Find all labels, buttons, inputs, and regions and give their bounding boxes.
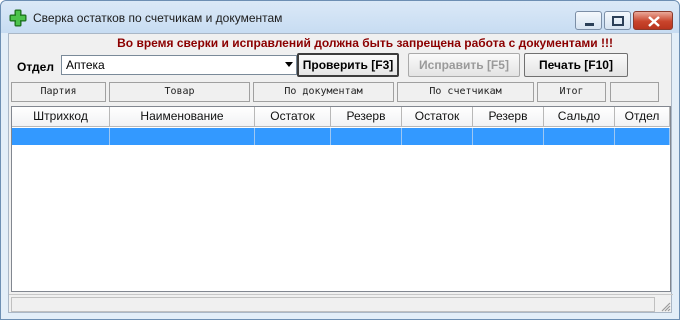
column-header-counter-stock[interactable]: Остаток xyxy=(402,107,473,127)
cell-department[interactable] xyxy=(615,128,670,145)
window-title: Сверка остатков по счетчикам и документа… xyxy=(33,11,283,25)
column-header-doc-stock[interactable]: Остаток xyxy=(255,107,331,127)
table-row[interactable] xyxy=(12,128,670,145)
status-panel xyxy=(11,297,655,312)
chevron-down-icon[interactable] xyxy=(285,62,293,67)
cell-counter-reserve[interactable] xyxy=(473,128,544,145)
close-button[interactable] xyxy=(633,11,673,30)
grid-header: Штрихкод Наименование Остаток Резерв Ост… xyxy=(12,107,670,127)
fix-button[interactable]: Исправить [F5] xyxy=(408,53,520,77)
group-header-batch: Партия xyxy=(11,82,106,102)
data-grid[interactable]: Штрихкод Наименование Остаток Резерв Ост… xyxy=(11,106,671,292)
department-value: Аптека xyxy=(66,58,105,72)
client-area: Во время сверки и исправлений должна быт… xyxy=(8,33,673,314)
column-header-barcode[interactable]: Штрихкод xyxy=(12,107,110,127)
check-button[interactable]: Проверить [F3] xyxy=(297,53,399,77)
cell-balance[interactable] xyxy=(544,128,615,145)
resize-grip-icon[interactable] xyxy=(659,300,671,312)
column-header-department[interactable]: Отдел xyxy=(615,107,670,127)
cell-name[interactable] xyxy=(110,128,255,145)
department-label: Отдел xyxy=(17,60,54,74)
main-window: Сверка остатков по счетчикам и документа… xyxy=(0,0,680,320)
column-header-balance[interactable]: Сальдо xyxy=(544,107,615,127)
group-header-empty xyxy=(610,82,659,102)
group-header-by-documents: По документам xyxy=(253,82,394,102)
column-header-doc-reserve[interactable]: Резерв xyxy=(331,107,402,127)
maximize-icon xyxy=(612,16,624,26)
title-bar[interactable]: Сверка остатков по счетчикам и документа… xyxy=(1,1,679,33)
group-header-by-counters: По счетчикам xyxy=(397,82,534,102)
minimize-icon xyxy=(585,23,594,26)
department-select[interactable]: Аптека xyxy=(61,55,297,75)
close-icon xyxy=(648,16,660,27)
status-bar xyxy=(9,294,673,314)
print-button[interactable]: Печать [F10] xyxy=(524,53,628,77)
group-header-product: Товар xyxy=(109,82,250,102)
minimize-button[interactable] xyxy=(575,11,602,30)
cell-barcode[interactable] xyxy=(12,128,110,145)
column-header-name[interactable]: Наименование xyxy=(110,107,255,127)
green-cross-plus-icon xyxy=(9,9,27,27)
cell-doc-stock[interactable] xyxy=(255,128,331,145)
cell-doc-reserve[interactable] xyxy=(331,128,402,145)
column-header-counter-reserve[interactable]: Резерв xyxy=(473,107,544,127)
maximize-button[interactable] xyxy=(604,11,631,30)
group-header-total: Итог xyxy=(537,82,606,102)
cell-counter-stock[interactable] xyxy=(402,128,473,145)
